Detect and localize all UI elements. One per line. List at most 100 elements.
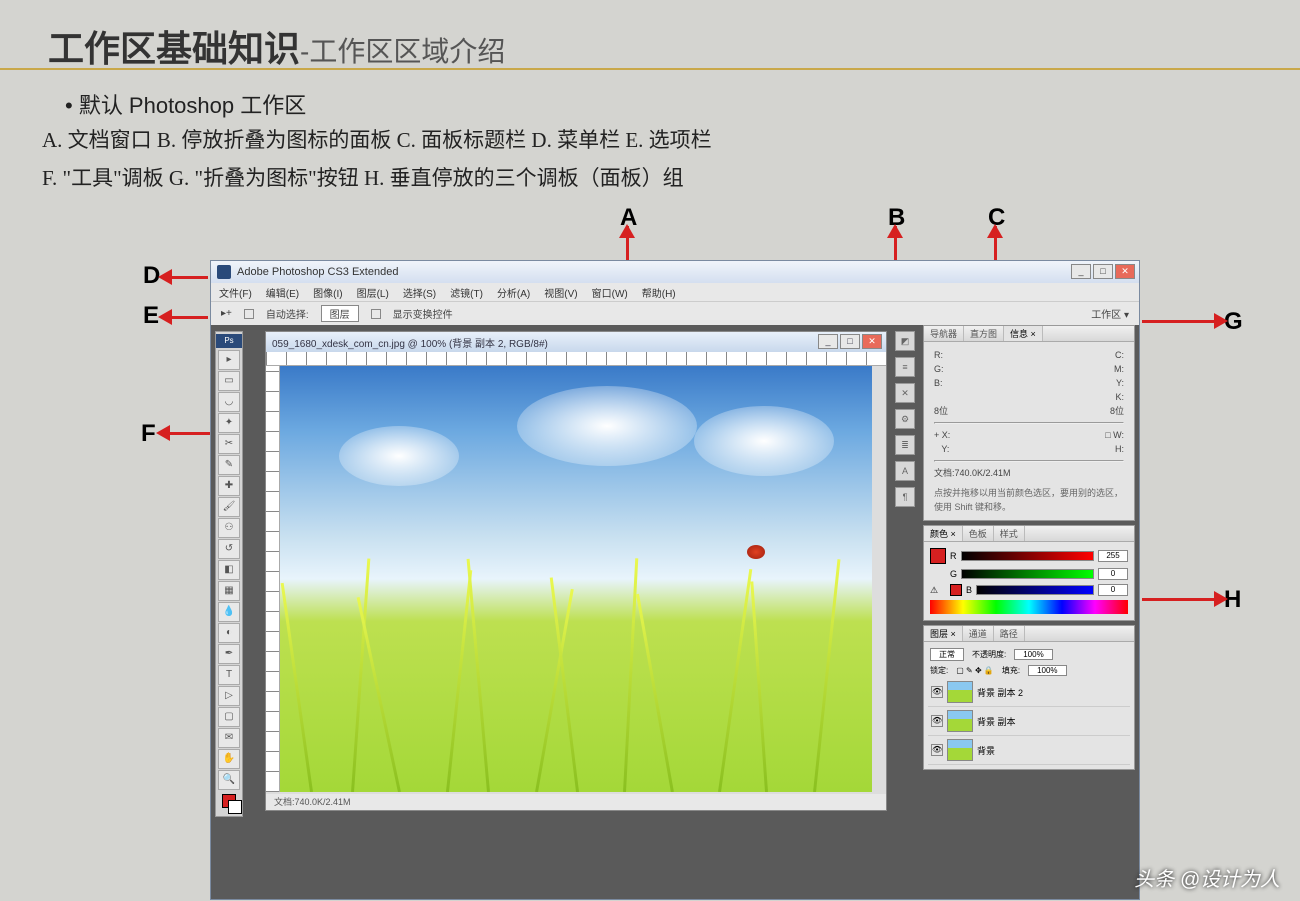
legend-row-1: A. 文档窗口 B. 停放折叠为图标的面板 C. 面板标题栏 D. 菜单栏 E.…	[42, 124, 712, 154]
visibility-icon[interactable]: 👁	[931, 744, 943, 756]
menu-help[interactable]: 帮助(H)	[642, 285, 676, 300]
app-titlebar[interactable]: Adobe Photoshop CS3 Extended _ □ ✕	[211, 261, 1139, 283]
arrow-g	[1142, 320, 1218, 323]
app-title: Adobe Photoshop CS3 Extended	[237, 266, 398, 278]
info-panel-tabs: 导航器 直方图 信息 ×	[924, 326, 1134, 342]
menu-window[interactable]: 窗口(W)	[592, 285, 628, 300]
menu-edit[interactable]: 编辑(E)	[266, 285, 299, 300]
toolbox-header[interactable]: Ps	[216, 334, 242, 348]
zoom-tool[interactable]: 🔍	[218, 770, 240, 790]
move-tool[interactable]: ▸	[218, 350, 240, 370]
brush-tool[interactable]: 🖌	[218, 497, 240, 517]
dock-icon-1[interactable]: ◩	[895, 331, 915, 351]
crop-tool[interactable]: ✂	[218, 434, 240, 454]
marquee-tool[interactable]: ▭	[218, 371, 240, 391]
tab-info[interactable]: 信息 ×	[1004, 326, 1043, 341]
red-value[interactable]: 255	[1098, 550, 1128, 562]
dock-icon-3[interactable]: ✕	[895, 383, 915, 403]
color-spectrum[interactable]	[930, 600, 1128, 614]
color-panel: 颜色 × 色板 样式 R255 G0 ⚠B0	[923, 525, 1135, 621]
blue-slider[interactable]	[976, 585, 1094, 595]
hand-tool[interactable]: ✋	[218, 749, 240, 769]
label-f: F	[141, 420, 156, 448]
blend-mode-select[interactable]: 正常	[930, 648, 964, 661]
blue-value[interactable]: 0	[1098, 584, 1128, 596]
doc-minimize[interactable]: _	[818, 334, 838, 349]
document-window: 059_1680_xdesk_com_cn.jpg @ 100% (背景 副本 …	[265, 331, 887, 811]
layer-row[interactable]: 👁背景 副本 2	[928, 678, 1130, 707]
tab-styles[interactable]: 样式	[994, 526, 1025, 541]
notes-tool[interactable]: ✉	[218, 728, 240, 748]
watermark: 头条 @设计为人	[1134, 863, 1280, 892]
tab-color[interactable]: 颜色 ×	[924, 526, 963, 541]
type-tool[interactable]: T	[218, 665, 240, 685]
menu-filter[interactable]: 滤镜(T)	[450, 285, 483, 300]
history-brush-tool[interactable]: ↺	[218, 539, 240, 559]
eyedropper-tool[interactable]: ✎	[218, 455, 240, 475]
minimize-button[interactable]: _	[1071, 264, 1091, 279]
label-e: E	[143, 302, 159, 330]
horizontal-ruler[interactable]	[266, 352, 886, 366]
opacity-input[interactable]: 100%	[1014, 649, 1052, 660]
close-button[interactable]: ✕	[1115, 264, 1135, 279]
vertical-ruler[interactable]	[266, 366, 280, 792]
blur-tool[interactable]: 💧	[218, 602, 240, 622]
canvas-image[interactable]	[280, 366, 872, 792]
document-titlebar[interactable]: 059_1680_xdesk_com_cn.jpg @ 100% (背景 副本 …	[266, 332, 886, 352]
auto-select-checkbox[interactable]	[244, 309, 254, 319]
pen-tool[interactable]: ✒	[218, 644, 240, 664]
menu-image[interactable]: 图像(I)	[313, 285, 342, 300]
dodge-tool[interactable]: ◐	[218, 623, 240, 643]
menu-select[interactable]: 选择(S)	[403, 285, 436, 300]
green-value[interactable]: 0	[1098, 568, 1128, 580]
layer-row[interactable]: 👁背景 副本	[928, 707, 1130, 736]
options-bar: ▸+ 自动选择: 图层 显示变换控件 工作区 ▾	[211, 301, 1139, 325]
dock-icon-7[interactable]: ¶	[895, 487, 915, 507]
document-status-bar: 文档:740.0K/2.41M	[266, 794, 886, 810]
doc-maximize[interactable]: □	[840, 334, 860, 349]
menu-analysis[interactable]: 分析(A)	[497, 285, 530, 300]
layer-row[interactable]: 👁背景	[928, 736, 1130, 765]
color-swatch[interactable]	[930, 548, 946, 564]
wand-tool[interactable]: ✦	[218, 413, 240, 433]
tab-channels[interactable]: 通道	[963, 626, 994, 641]
menu-bar: 文件(F) 编辑(E) 图像(I) 图层(L) 选择(S) 滤镜(T) 分析(A…	[211, 283, 1139, 301]
heal-tool[interactable]: ✚	[218, 476, 240, 496]
dock-icon-4[interactable]: ⚙	[895, 409, 915, 429]
slide-title: 工作区基础知识-工作区区域介绍	[48, 20, 505, 72]
stamp-tool[interactable]: ⚇	[218, 518, 240, 538]
tab-swatches[interactable]: 色板	[963, 526, 994, 541]
layer-select[interactable]: 图层	[321, 305, 359, 322]
tab-histogram[interactable]: 直方图	[964, 326, 1004, 341]
fill-input[interactable]: 100%	[1028, 665, 1066, 676]
red-slider[interactable]	[961, 551, 1095, 561]
layer-thumbnail	[947, 710, 973, 732]
menu-layer[interactable]: 图层(L)	[357, 285, 389, 300]
background-color[interactable]	[228, 800, 242, 814]
menu-file[interactable]: 文件(F)	[219, 285, 252, 300]
tools-palette: Ps ▸ ▭ ◡ ✦ ✂ ✎ ✚ 🖌 ⚇ ↺ ◧ ▦ 💧 ◐ ✒ T ▷ ▢ ✉…	[215, 331, 243, 817]
photoshop-window: Adobe Photoshop CS3 Extended _ □ ✕ 文件(F)…	[210, 260, 1140, 900]
arrow-h	[1142, 598, 1218, 601]
maximize-button[interactable]: □	[1093, 264, 1113, 279]
dock-icon-5[interactable]: ≣	[895, 435, 915, 455]
gradient-tool[interactable]: ▦	[218, 581, 240, 601]
info-panel: 导航器 直方图 信息 × R:C: G:M: B:Y: K: 8位8位 + X:…	[923, 325, 1135, 521]
tab-navigator[interactable]: 导航器	[924, 326, 964, 341]
green-slider[interactable]	[961, 569, 1094, 579]
path-tool[interactable]: ▷	[218, 686, 240, 706]
menu-view[interactable]: 视图(V)	[544, 285, 577, 300]
visibility-icon[interactable]: 👁	[931, 715, 943, 727]
lasso-tool[interactable]: ◡	[218, 392, 240, 412]
dock-icon-2[interactable]: ≡	[895, 357, 915, 377]
move-tool-icon: ▸+	[221, 308, 232, 319]
show-transform-checkbox[interactable]	[371, 309, 381, 319]
shape-tool[interactable]: ▢	[218, 707, 240, 727]
dock-icon-6[interactable]: A	[895, 461, 915, 481]
visibility-icon[interactable]: 👁	[931, 686, 943, 698]
eraser-tool[interactable]: ◧	[218, 560, 240, 580]
tab-paths[interactable]: 路径	[994, 626, 1025, 641]
doc-close[interactable]: ✕	[862, 334, 882, 349]
workspace-selector[interactable]: 工作区 ▾	[1091, 306, 1129, 321]
tab-layers[interactable]: 图层 ×	[924, 626, 963, 641]
